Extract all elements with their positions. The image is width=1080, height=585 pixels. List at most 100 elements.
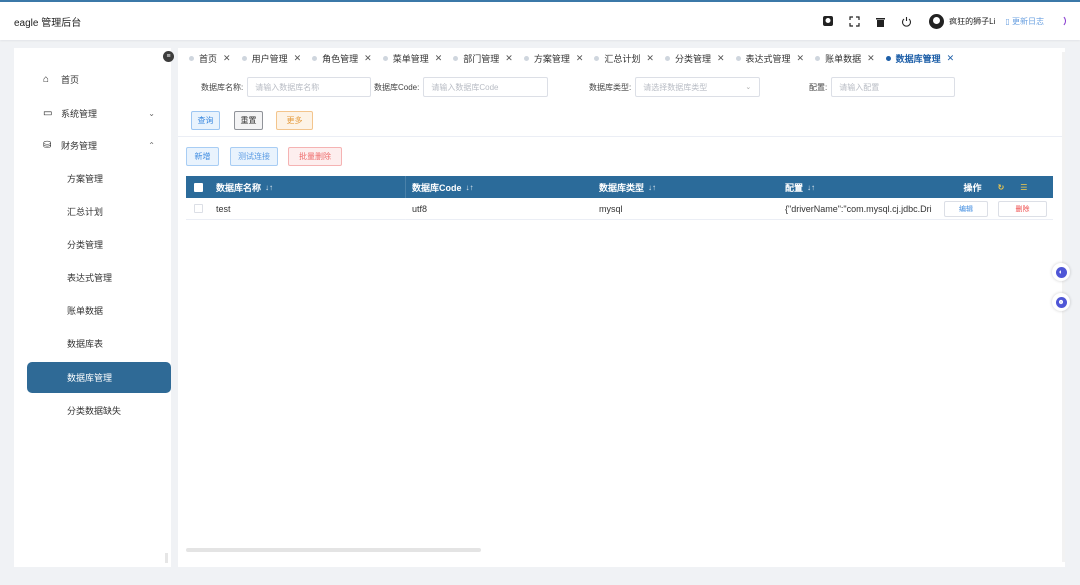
tab-active[interactable]: 数据库管理 ✕ xyxy=(885,52,955,65)
tab[interactable]: 菜单管理 ✕ xyxy=(382,52,443,65)
sidebar-subitem[interactable]: 分类管理 xyxy=(27,229,171,260)
tab-dot-icon xyxy=(885,55,891,61)
close-icon[interactable]: ✕ xyxy=(576,53,584,64)
user-menu[interactable]: 疯狂的狮子Li xyxy=(929,13,996,29)
add-button[interactable]: 新增 xyxy=(186,147,219,166)
close-icon[interactable]: ✕ xyxy=(223,53,231,64)
row-checkbox[interactable] xyxy=(186,198,210,220)
tab[interactable]: 方案管理 ✕ xyxy=(523,52,584,65)
robot-float-button[interactable]: ☻ xyxy=(1052,293,1070,311)
table-header: 数据库名称 ↓↑ 数据库Code ↓↑ 数据库类型 ↓↑ 配置 ↓↑ 操作 ↻ ☰ xyxy=(186,176,1053,198)
close-icon[interactable]: ✕ xyxy=(646,53,654,64)
app-title: eagle 管理后台 xyxy=(14,17,82,29)
search-field-config: 配置: 请输入配置 xyxy=(809,77,956,97)
edit-button[interactable]: 编辑 xyxy=(944,200,988,217)
sidebar-subitem[interactable]: 汇总计划 xyxy=(27,196,171,227)
select-all-checkbox[interactable] xyxy=(186,176,210,198)
close-icon[interactable]: ✕ xyxy=(294,53,302,64)
config-input[interactable]: 请输入配置 xyxy=(831,77,956,97)
tab[interactable]: 部门管理 ✕ xyxy=(453,52,513,65)
batch-delete-button[interactable]: 批量删除 xyxy=(288,147,342,166)
database-icon: ⛁ xyxy=(43,140,52,151)
horizontal-scrollbar[interactable] xyxy=(186,548,481,552)
tab[interactable]: 用户管理 ✕ xyxy=(241,52,302,65)
divider xyxy=(178,136,1065,137)
search-field-name: 数据库名称: 请输入数据库名称 xyxy=(201,77,372,97)
sidebar-subitem[interactable]: 方案管理 xyxy=(27,163,171,194)
tab-bar: 首页 ✕ 用户管理 ✕ 角色管理 ✕ 菜单管理 ✕ 部门管理 ✕ 方案管理 ✕ 汇总计划 ✕ 分类管理 ✕ 表达… xyxy=(178,48,1065,68)
fullscreen-icon[interactable] xyxy=(841,11,867,31)
robot-icon: ☻ xyxy=(1055,296,1067,308)
tab-dot-icon xyxy=(815,55,821,61)
tab-dot-icon xyxy=(523,55,529,61)
tab[interactable]: 表达式管理 ✕ xyxy=(735,52,805,65)
sidebar-item-finance[interactable]: ⛁ 财务管理 ⌃ xyxy=(27,130,171,161)
cell-config: {"driverName":"com.mysql.cj.jdbc.Dri xyxy=(785,203,932,214)
tab-label: 部门管理 xyxy=(463,53,500,64)
column-header-code[interactable]: 数据库Code ↓↑ xyxy=(406,176,593,198)
chevron-down-icon: ⌄ xyxy=(148,109,155,118)
assistant-float-button[interactable]: ◐ xyxy=(1052,263,1070,281)
power-icon[interactable] xyxy=(893,11,919,31)
refresh-icon[interactable]: ↻ xyxy=(998,183,1005,192)
tab[interactable]: 首页 ✕ xyxy=(189,52,231,65)
tab-label: 首页 xyxy=(199,53,218,64)
cell-name: test xyxy=(210,197,406,220)
column-header-config[interactable]: 配置 ↓↑ xyxy=(780,176,938,198)
top-bar: eagle 管理后台 疯狂的狮子Li ▯ 更新日志 xyxy=(0,0,1080,40)
sidebar-collapse-icon[interactable]: ≡ xyxy=(163,51,174,62)
column-header-ops: 操作 ↻ ☰ xyxy=(963,182,1028,193)
close-icon[interactable]: ✕ xyxy=(717,53,725,64)
chat-icon: ◐ xyxy=(1055,266,1067,278)
tab-dot-icon xyxy=(735,55,741,61)
column-header-type[interactable]: 数据库类型 ↓↑ xyxy=(593,176,780,198)
loading-icon xyxy=(1054,15,1066,27)
main-content: 首页 ✕ 用户管理 ✕ 角色管理 ✕ 菜单管理 ✕ 部门管理 ✕ 方案管理 ✕ 汇总计划 ✕ 分类管理 ✕ 表达… xyxy=(178,48,1065,567)
close-icon[interactable]: ✕ xyxy=(435,53,443,64)
sidebar-scrollbar[interactable] xyxy=(165,553,168,563)
close-icon[interactable]: ✕ xyxy=(867,53,875,64)
type-select[interactable]: 请选择数据库类型 ⌄ xyxy=(635,77,761,97)
sidebar-subitem-active[interactable]: 数据库管理 xyxy=(27,362,171,393)
sidebar-subitem[interactable]: 分类数据缺失 xyxy=(27,395,171,426)
close-icon[interactable]: ✕ xyxy=(364,53,372,64)
changelog-link[interactable]: ▯ 更新日志 xyxy=(1005,16,1044,27)
data-table: 数据库名称 ↓↑ 数据库Code ↓↑ 数据库类型 ↓↑ 配置 ↓↑ 操作 ↻ ☰ te… xyxy=(186,176,1053,220)
cell-type: mysql xyxy=(599,203,623,214)
columns-icon[interactable]: ☰ xyxy=(1020,183,1027,192)
tab[interactable]: 账单数据 ✕ xyxy=(815,52,875,65)
sidebar-subitem[interactable]: 表达式管理 xyxy=(27,262,171,293)
tab[interactable]: 角色管理 ✕ xyxy=(312,52,372,65)
user-name: 疯狂的狮子Li xyxy=(949,16,996,26)
avatar xyxy=(929,13,945,29)
sort-icon[interactable]: ↓↑ xyxy=(648,183,656,192)
name-input[interactable]: 请输入数据库名称 xyxy=(247,77,372,97)
column-header-name[interactable]: 数据库名称 ↓↑ xyxy=(210,176,406,198)
github-icon[interactable] xyxy=(815,11,841,31)
trash-icon[interactable] xyxy=(867,11,893,31)
test-connection-button[interactable]: 测试连接 xyxy=(230,147,278,166)
sidebar-subitem[interactable]: 数据库表 xyxy=(27,328,171,359)
close-icon[interactable]: ✕ xyxy=(797,53,805,64)
monitor-icon: ▭ xyxy=(43,108,53,119)
sort-icon[interactable]: ↓↑ xyxy=(807,183,815,192)
tab[interactable]: 汇总计划 ✕ xyxy=(594,52,654,65)
close-icon[interactable]: ✕ xyxy=(505,53,513,64)
reset-button[interactable]: 重置 xyxy=(234,111,263,130)
tab-dot-icon xyxy=(312,55,318,61)
search-field-code: 数据库Code: 请输入数据库Code xyxy=(374,77,549,97)
sidebar-item-home[interactable]: ⌂ 首页 xyxy=(27,64,171,95)
tab-label: 菜单管理 xyxy=(392,53,429,64)
code-input[interactable]: 请输入数据库Code xyxy=(423,77,549,97)
more-button[interactable]: 更多 xyxy=(276,111,313,130)
sidebar-item-system[interactable]: ▭ 系统管理 ⌄ xyxy=(27,98,171,129)
sort-icon[interactable]: ↓↑ xyxy=(265,183,273,192)
sort-icon[interactable]: ↓↑ xyxy=(466,183,474,192)
close-icon[interactable]: ✕ xyxy=(947,53,955,64)
tab-label: 分类管理 xyxy=(674,53,711,64)
sidebar-subitem[interactable]: 账单数据 xyxy=(27,295,171,326)
delete-button[interactable]: 删除 xyxy=(998,200,1047,217)
query-button[interactable]: 查询 xyxy=(191,111,220,130)
tab-label: 方案管理 xyxy=(533,53,570,64)
tab[interactable]: 分类管理 ✕ xyxy=(664,52,725,65)
